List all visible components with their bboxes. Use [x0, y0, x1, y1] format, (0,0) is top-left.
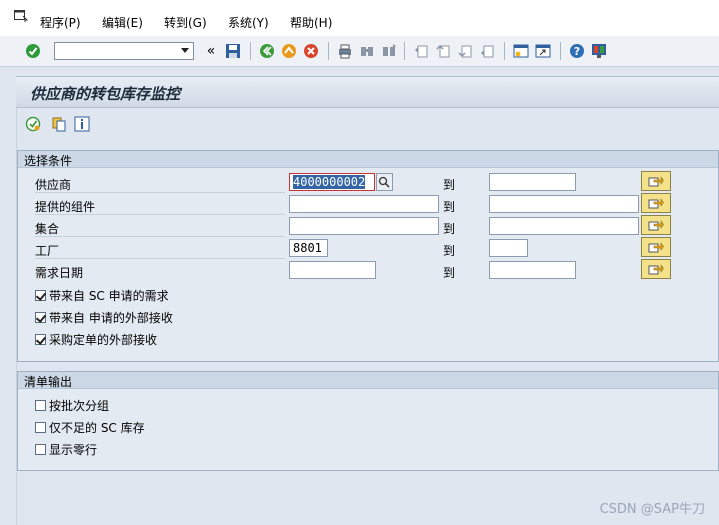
- show-zero-rows-checkbox[interactable]: [35, 444, 46, 455]
- find-next-icon[interactable]: [380, 42, 398, 60]
- plant-multiple-selection-button[interactable]: [641, 237, 671, 257]
- component-to-input[interactable]: [489, 195, 639, 213]
- save-icon[interactable]: [224, 42, 242, 60]
- create-session-icon[interactable]: [512, 42, 530, 60]
- first-page-icon[interactable]: [412, 42, 430, 60]
- requirement-date-to-label: 到: [443, 266, 456, 280]
- toolbar-separator: [560, 42, 561, 60]
- find-icon[interactable]: [358, 42, 376, 60]
- component-label: 提供的组件: [35, 200, 96, 214]
- toolbar-separator: [328, 42, 329, 60]
- menu-edit[interactable]: 编辑(E): [102, 14, 143, 31]
- toolbar-separator: [504, 42, 505, 60]
- enter-icon[interactable]: [24, 42, 42, 60]
- requirement-date-from-input[interactable]: [289, 261, 376, 279]
- command-field[interactable]: [54, 42, 194, 60]
- multiple-selection-icon: [648, 198, 664, 209]
- show-zero-rows-label: 显示零行: [49, 443, 98, 457]
- shortcut-icon[interactable]: [534, 42, 552, 60]
- row-divider: [35, 258, 285, 259]
- multiple-selection-icon: [648, 220, 664, 231]
- group-by-batch-checkbox-row[interactable]: 按批次分组: [35, 397, 109, 414]
- toolbar-separator: [250, 42, 251, 60]
- output-group-title: 清单输出: [24, 375, 73, 389]
- plant-from-value: 8801: [293, 241, 322, 255]
- po-receipt-label: 采购定单的外部接收: [49, 333, 158, 347]
- collection-from-input[interactable]: [289, 217, 439, 235]
- vendor-from-input[interactable]: 4000000002: [289, 173, 375, 191]
- show-zero-rows-checkbox-row[interactable]: 显示零行: [35, 441, 97, 458]
- menu-system[interactable]: 系统(Y): [228, 14, 269, 31]
- component-from-input[interactable]: [289, 195, 439, 213]
- menu-goto[interactable]: 转到(G): [164, 14, 207, 31]
- plant-to-label: 到: [443, 244, 456, 258]
- vendor-to-input[interactable]: [489, 173, 576, 191]
- output-group-header: 清单输出: [18, 372, 718, 389]
- info-icon[interactable]: [74, 116, 90, 132]
- po-receipt-checkbox[interactable]: [35, 334, 46, 345]
- multiple-selection-icon: [648, 242, 664, 253]
- double-left-icon[interactable]: «: [202, 42, 220, 60]
- group-by-batch-label: 按批次分组: [49, 399, 110, 413]
- prev-page-icon[interactable]: [434, 42, 452, 60]
- svg-text:?: ?: [574, 45, 580, 58]
- component-multiple-selection-button[interactable]: [641, 193, 671, 213]
- collection-to-label: 到: [443, 222, 456, 236]
- layout-icon[interactable]: [590, 42, 608, 60]
- component-to-label: 到: [443, 200, 456, 214]
- chevron-down-icon[interactable]: [181, 48, 189, 53]
- shortage-only-checkbox-row[interactable]: 仅不足的 SC 库存: [35, 419, 145, 436]
- sc-requirement-label: 带来自 SC 申请的需求: [49, 289, 169, 303]
- menu-bar: 程序(P) 编辑(E) 转到(G) 系统(Y) 帮助(H): [0, 0, 719, 36]
- menu-help[interactable]: 帮助(H): [290, 14, 332, 31]
- plant-from-input[interactable]: 8801: [289, 239, 328, 257]
- exit-icon[interactable]: [280, 42, 298, 60]
- back-icon[interactable]: [258, 42, 276, 60]
- cancel-icon[interactable]: [302, 42, 320, 60]
- menu-window-icon[interactable]: [14, 10, 28, 22]
- collection-to-input[interactable]: [489, 217, 639, 235]
- search-icon: [378, 176, 390, 188]
- plant-label: 工厂: [35, 244, 60, 258]
- shortage-only-checkbox[interactable]: [35, 422, 46, 433]
- plant-to-input[interactable]: [489, 239, 528, 257]
- menu-program[interactable]: 程序(P): [40, 14, 81, 31]
- po-receipt-checkbox-row[interactable]: 采购定单的外部接收: [35, 331, 157, 348]
- selection-group-header: 选择条件: [18, 151, 718, 168]
- search-help-button[interactable]: [376, 173, 393, 191]
- selection-group-title: 选择条件: [24, 154, 73, 168]
- execute-icon[interactable]: [25, 116, 41, 132]
- collection-multiple-selection-button[interactable]: [641, 215, 671, 235]
- toolbar-separator: [404, 42, 405, 60]
- page-title: 供应商的转包库存监控: [30, 85, 181, 103]
- multiple-selection-icon: [648, 176, 664, 187]
- external-receipt-label: 带来自 申请的外部接收: [49, 311, 173, 325]
- vendor-label: 供应商: [35, 178, 72, 192]
- row-divider: [35, 236, 285, 237]
- vendor-multiple-selection-button[interactable]: [641, 171, 671, 191]
- print-icon[interactable]: [336, 42, 354, 60]
- shortage-only-label: 仅不足的 SC 库存: [49, 421, 145, 435]
- vendor-to-label: 到: [443, 178, 456, 192]
- sc-requirement-checkbox-row[interactable]: 带来自 SC 申请的需求: [35, 287, 169, 304]
- title-bar: 供应商的转包库存监控: [16, 76, 719, 108]
- row-divider: [35, 192, 285, 193]
- watermark: CSDN @SAP牛刀: [599, 502, 705, 517]
- multiple-selection-icon: [648, 264, 664, 275]
- collection-label: 集合: [35, 222, 60, 236]
- sc-requirement-checkbox[interactable]: [35, 290, 46, 301]
- requirement-date-label: 需求日期: [35, 266, 84, 280]
- requirement-date-to-input[interactable]: [489, 261, 576, 279]
- next-page-icon[interactable]: [456, 42, 474, 60]
- external-receipt-checkbox[interactable]: [35, 312, 46, 323]
- vendor-from-value: 4000000002: [293, 175, 366, 189]
- external-receipt-checkbox-row[interactable]: 带来自 申请的外部接收: [35, 309, 173, 326]
- group-by-batch-checkbox[interactable]: [35, 400, 46, 411]
- copy-variant-icon[interactable]: [51, 116, 67, 132]
- last-page-icon[interactable]: [478, 42, 496, 60]
- requirement-date-multiple-selection-button[interactable]: [641, 259, 671, 279]
- help-icon[interactable]: ?: [568, 42, 586, 60]
